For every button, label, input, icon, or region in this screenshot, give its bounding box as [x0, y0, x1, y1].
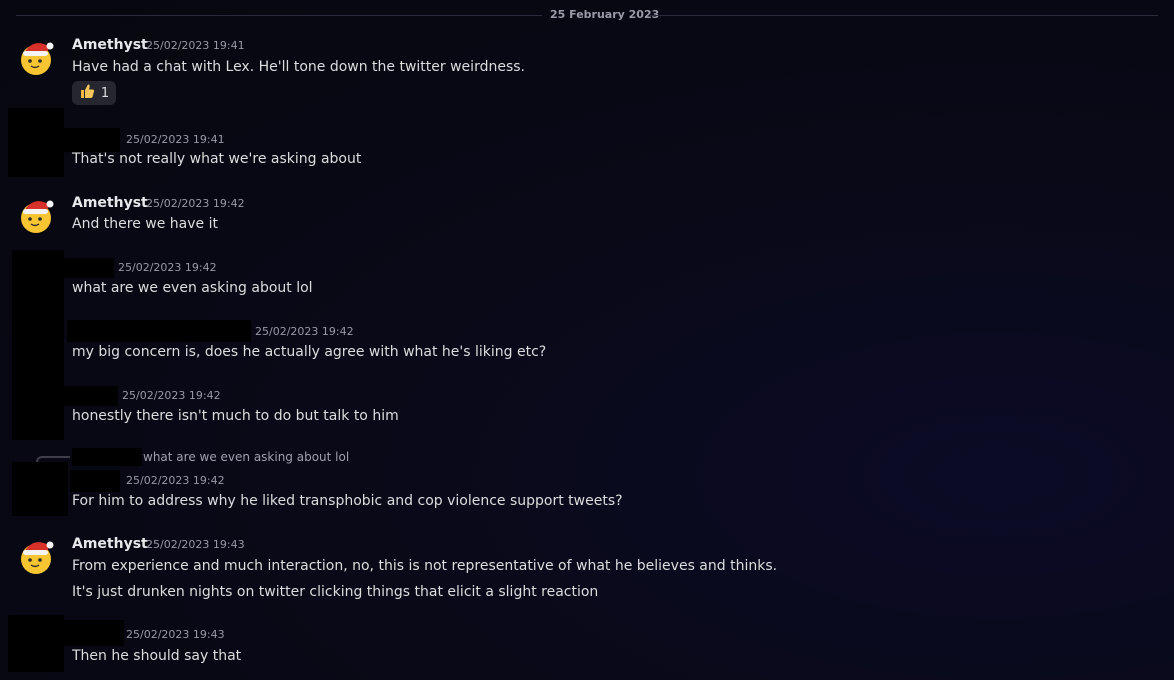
message-text: honestly there isn't much to do but talk… [72, 408, 399, 424]
message-timestamp: 25/02/2023 19:42 [122, 389, 221, 402]
message-text: It's just drunken nights on twitter clic… [72, 584, 599, 600]
message-author[interactable]: Amethyst [72, 37, 148, 53]
redacted-avatar [12, 250, 64, 440]
message-text: From experience and much interaction, no… [72, 558, 778, 574]
redacted-avatar [8, 108, 64, 177]
redacted-author [64, 258, 114, 278]
redacted-reply-author [72, 448, 142, 466]
message-text: Have had a chat with Lex. He'll tone dow… [72, 59, 525, 75]
date-divider-line-right [650, 15, 1158, 16]
redacted-avatar [8, 615, 64, 672]
message-timestamp: 25/02/2023 19:42 [118, 261, 217, 274]
message-timestamp: 25/02/2023 19:43 [126, 628, 225, 641]
reply-preview-text[interactable]: what are we even asking about lol [143, 450, 349, 464]
date-divider-label: 25 February 2023 [550, 8, 660, 21]
redacted-author [64, 620, 124, 646]
message-timestamp: 25/02/2023 19:43 [146, 538, 245, 551]
avatar-amethyst-icon[interactable] [16, 536, 56, 576]
avatar-amethyst-icon[interactable] [16, 195, 56, 235]
message-author[interactable]: Amethyst [72, 195, 148, 211]
message-text: what are we even asking about lol [72, 280, 313, 296]
message-text: And there we have it [72, 216, 218, 232]
message-timestamp: 25/02/2023 19:42 [126, 474, 225, 487]
redacted-author [64, 386, 118, 406]
message-timestamp: 25/02/2023 19:42 [146, 197, 245, 210]
message-text: That's not really what we're asking abou… [72, 151, 362, 167]
message-timestamp: 25/02/2023 19:42 [255, 325, 354, 338]
reaction-count: 1 [100, 85, 110, 101]
redacted-author [70, 470, 120, 492]
redacted-author [64, 128, 120, 152]
thumbs-up-icon [79, 83, 95, 103]
message-text: Then he should say that [72, 648, 242, 664]
message-text: my big concern is, does he actually agre… [72, 344, 547, 360]
message-author[interactable]: Amethyst [72, 536, 148, 552]
date-divider-line-left [16, 15, 542, 16]
avatar-amethyst-icon[interactable] [16, 37, 56, 77]
message-text: For him to address why he liked transpho… [72, 493, 623, 509]
redacted-author [67, 320, 251, 342]
message-timestamp: 25/02/2023 19:41 [146, 39, 245, 52]
redacted-avatar [12, 462, 68, 516]
message-timestamp: 25/02/2023 19:41 [126, 133, 225, 146]
reaction-button[interactable]: 1 [72, 81, 116, 105]
